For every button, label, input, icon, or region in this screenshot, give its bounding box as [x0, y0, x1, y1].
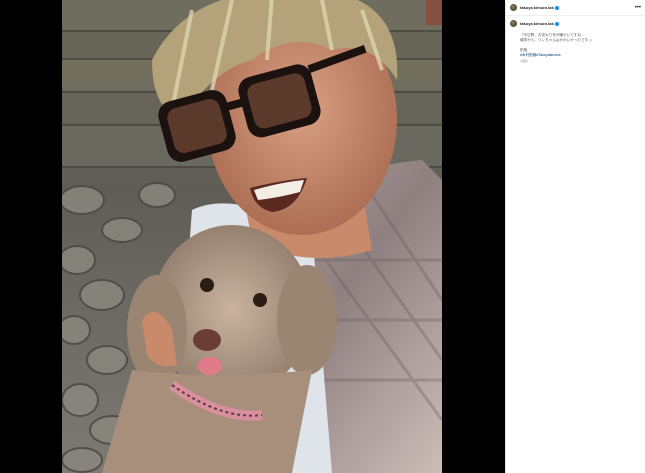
- caption-header: takuya.kimura.tak: [510, 20, 641, 27]
- caption-text: 「中辺野、お花わり冬が暖かいですね… 頑学から、ワンちゃんはかわいかったです♪」…: [520, 33, 641, 64]
- caption-username-link[interactable]: takuya.kimura.tak: [520, 21, 554, 26]
- profile-avatar[interactable]: [510, 4, 517, 11]
- more-options-icon[interactable]: •••: [635, 5, 641, 11]
- username-link[interactable]: takuya.kimura.tak: [520, 5, 554, 10]
- caption-block: takuya.kimura.tak 「中辺野、お花わり冬が暖かいですね… 頑学か…: [506, 16, 645, 64]
- verified-badge-icon: [554, 5, 559, 10]
- caption-avatar[interactable]: [510, 20, 517, 27]
- post-photo: [62, 0, 442, 473]
- post-header: takuya.kimura.tak •••: [506, 0, 645, 16]
- post-sidebar: takuya.kimura.tak ••• takuya.kimura.tak …: [505, 0, 645, 473]
- post-date: 3週間: [520, 59, 528, 63]
- hashtag-link[interactable]: #木村拓哉#Takuyakimura: [520, 53, 641, 58]
- verified-badge-icon: [554, 21, 559, 26]
- selfie-with-dog-image: [62, 0, 442, 473]
